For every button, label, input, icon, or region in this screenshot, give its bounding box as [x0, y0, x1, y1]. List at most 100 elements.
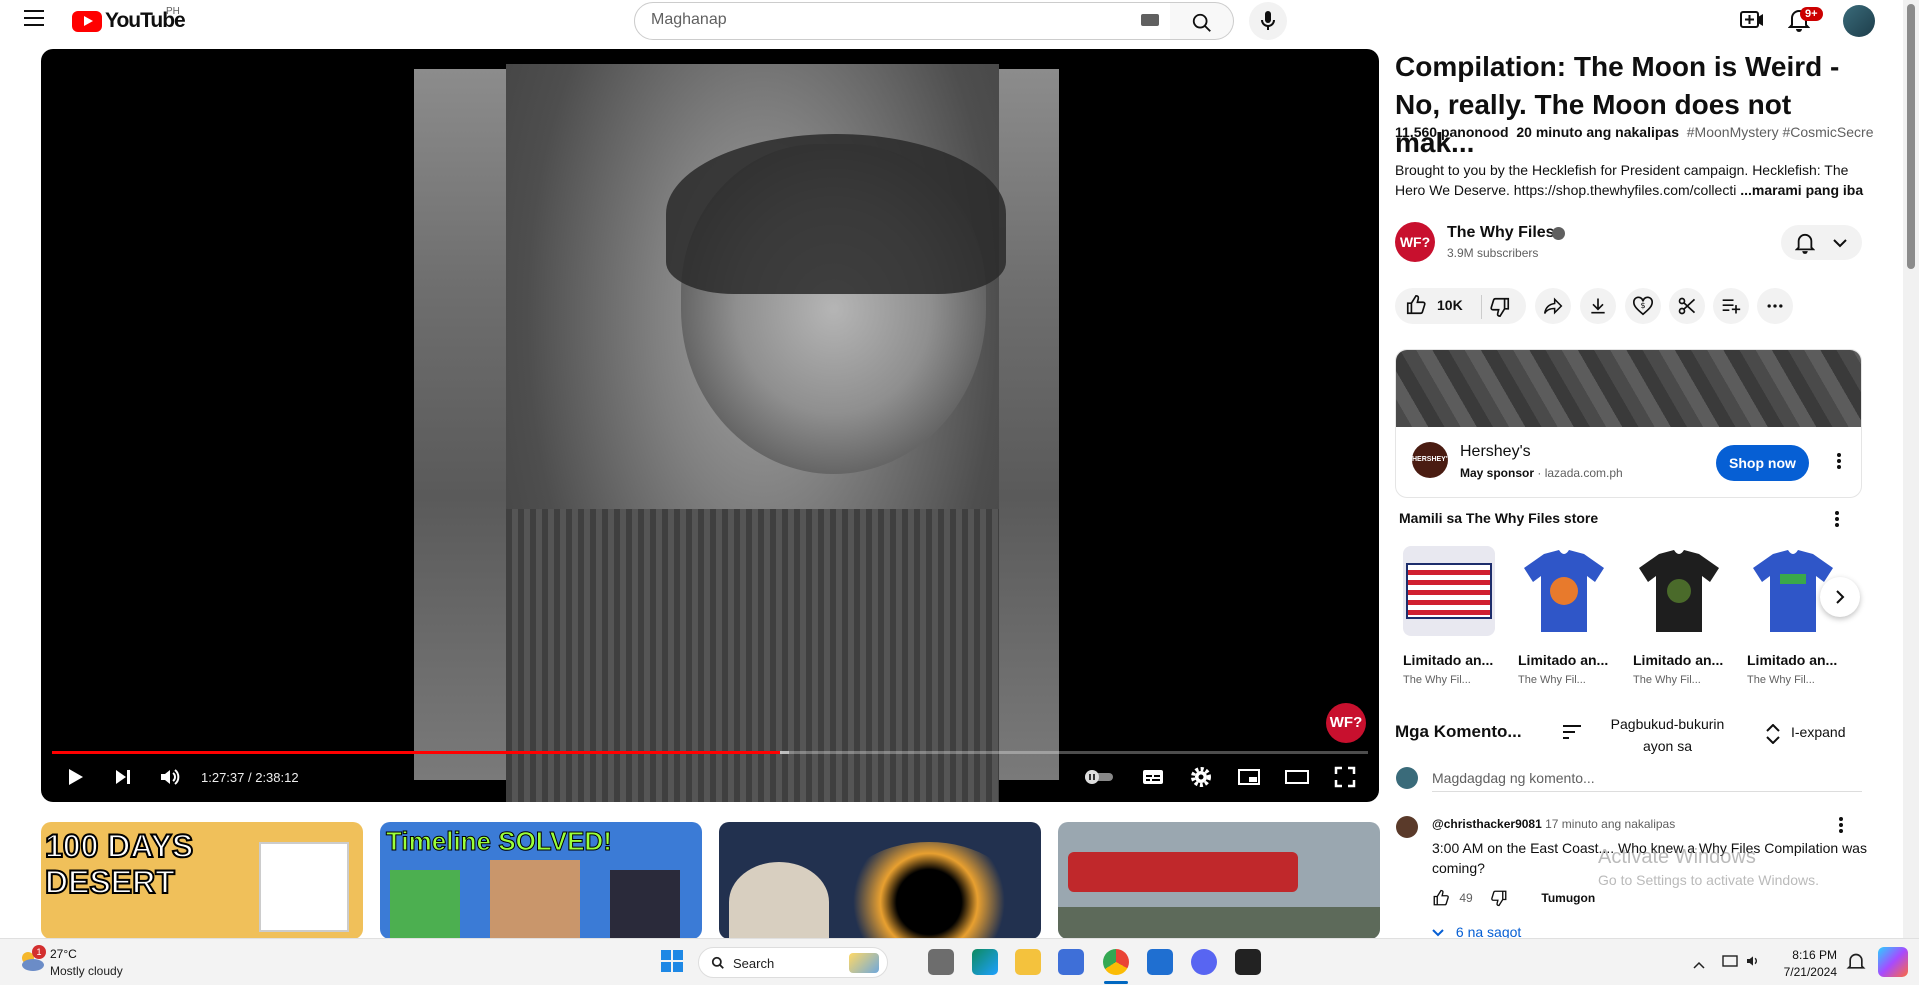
- show-more-link[interactable]: ...marami pang iba: [1740, 182, 1863, 198]
- recommended-video-thumbnail[interactable]: Timeline SOLVED!: [380, 822, 702, 939]
- dislike-button[interactable]: [1489, 296, 1511, 323]
- more-vertical-icon[interactable]: [1838, 816, 1844, 834]
- store-item-seller: The Why Fil...: [1747, 674, 1815, 686]
- store-item[interactable]: Limitado an... The Why Fil...: [1403, 546, 1503, 686]
- recommended-video-thumbnail[interactable]: [1058, 822, 1380, 939]
- store-item[interactable]: Limitado an... The Why Fil...: [1747, 546, 1847, 686]
- show-hidden-icons[interactable]: [1693, 956, 1705, 974]
- edge-browser-icon[interactable]: [972, 949, 998, 975]
- channel-name[interactable]: The Why Files: [1447, 224, 1555, 242]
- commenter-avatar[interactable]: [1396, 816, 1418, 838]
- page-scrollbar[interactable]: [1903, 0, 1919, 938]
- thumbs-down-icon: [1490, 297, 1510, 317]
- miniplayer-icon: [1238, 769, 1260, 785]
- sponsor-label: May sponsor: [1460, 466, 1535, 480]
- autoplay-toggle[interactable]: [1083, 769, 1115, 790]
- store-item-seller: The Why Fil...: [1633, 674, 1701, 686]
- video-description[interactable]: Brought to you by the Hecklefish for Pre…: [1395, 160, 1870, 200]
- mail-icon[interactable]: [1147, 949, 1173, 975]
- microsoft-store-icon[interactable]: [1058, 949, 1084, 975]
- app-icon[interactable]: [1235, 949, 1261, 975]
- share-button[interactable]: [1535, 288, 1571, 324]
- reply-button[interactable]: Tumugon: [1541, 891, 1595, 905]
- progress-bar[interactable]: [52, 751, 1368, 754]
- store-item-image: [1518, 546, 1610, 636]
- add-comment-input[interactable]: Magdagdag ng komento...: [1432, 770, 1595, 786]
- verified-icon: [1552, 227, 1565, 240]
- ad-card[interactable]: HERSHEY'S Hershey's May sponsor · lazada…: [1395, 349, 1862, 498]
- store-item-image: [1403, 546, 1495, 636]
- copilot-icon[interactable]: [1878, 947, 1908, 977]
- comment-header: @christhacker9081 17 minuto ang nakalipa…: [1432, 817, 1675, 831]
- file-explorer-icon[interactable]: [1015, 949, 1041, 975]
- search-button[interactable]: [1170, 2, 1234, 40]
- more-vertical-icon[interactable]: [1836, 452, 1842, 470]
- recommended-video-thumbnail[interactable]: 100 DAYS DESERT: [41, 822, 363, 939]
- subscriber-count: 3.9M subscribers: [1447, 246, 1539, 260]
- account-avatar[interactable]: [1843, 5, 1875, 37]
- clip-button[interactable]: [1669, 288, 1705, 324]
- network-icon[interactable]: [1722, 953, 1738, 974]
- thumbs-down-icon[interactable]: [1490, 889, 1508, 907]
- subtitles-button[interactable]: [1141, 765, 1165, 794]
- search-input[interactable]: [651, 3, 1111, 37]
- settings-button[interactable]: [1189, 765, 1213, 794]
- theater-mode-button[interactable]: [1284, 765, 1310, 794]
- notification-center-icon[interactable]: [1846, 952, 1866, 977]
- taskbar-search[interactable]: Search: [698, 947, 888, 978]
- thanks-button[interactable]: $: [1625, 288, 1661, 324]
- ad-domain: lazada.com.ph: [1544, 466, 1623, 480]
- store-item[interactable]: Limitado an... The Why Fil...: [1518, 546, 1618, 686]
- like-button[interactable]: [1405, 294, 1427, 321]
- store-next-button[interactable]: [1820, 577, 1860, 617]
- more-actions-button[interactable]: [1757, 288, 1793, 324]
- video-title: Compilation: The Moon is Weird - No, rea…: [1395, 51, 1840, 158]
- system-clock[interactable]: 8:16 PM 7/21/2024: [1755, 947, 1837, 981]
- video-meta: 11,560 panonood 20 minuto ang nakalipas …: [1395, 124, 1874, 140]
- expand-icon[interactable]: [1765, 724, 1781, 744]
- ad-banner-image: [1396, 350, 1861, 427]
- search-icon: [1192, 13, 1211, 32]
- chrome-browser-icon[interactable]: [1103, 949, 1129, 975]
- active-app-indicator: [1104, 981, 1128, 984]
- shop-now-button[interactable]: Shop now: [1716, 445, 1809, 481]
- comment-time[interactable]: 17 minuto ang nakalipas: [1545, 817, 1675, 831]
- task-view-icon[interactable]: [928, 949, 954, 975]
- play-button[interactable]: [63, 765, 87, 794]
- weather-temperature[interactable]: 27°C: [50, 947, 77, 961]
- subscription-bell-button[interactable]: [1781, 225, 1862, 260]
- video-player[interactable]: WF? 1:27:37 / 2:38:12: [41, 49, 1379, 802]
- thumbs-up-icon[interactable]: [1432, 889, 1450, 907]
- store-item[interactable]: Limitado an... The Why Fil...: [1633, 546, 1733, 686]
- sort-by-button[interactable]: Pagbukud-bukurin ayon sa: [1600, 713, 1735, 757]
- menu-icon[interactable]: [24, 10, 46, 28]
- recommended-video-thumbnail[interactable]: [719, 822, 1041, 939]
- expand-button[interactable]: I-expand: [1791, 724, 1845, 740]
- save-to-playlist-button[interactable]: [1713, 288, 1749, 324]
- start-button[interactable]: [660, 949, 684, 978]
- video-tags[interactable]: #MoonMystery #CosmicSecre: [1687, 124, 1874, 140]
- sort-icon[interactable]: [1562, 724, 1582, 740]
- subtitles-icon: [1143, 770, 1163, 784]
- store-item-label: Limitado an...: [1403, 652, 1494, 668]
- channel-watermark[interactable]: WF?: [1326, 703, 1366, 743]
- more-vertical-icon[interactable]: [1834, 510, 1840, 528]
- like-divider: [1481, 295, 1482, 319]
- volume-button[interactable]: [158, 765, 182, 794]
- scrollbar-thumb[interactable]: [1907, 4, 1915, 269]
- weather-description[interactable]: Mostly cloudy: [50, 964, 123, 978]
- download-button[interactable]: [1580, 288, 1616, 324]
- channel-avatar[interactable]: WF?: [1395, 222, 1435, 262]
- fullscreen-button[interactable]: [1333, 765, 1357, 794]
- voice-search-button[interactable]: [1249, 2, 1287, 40]
- keyboard-icon[interactable]: [1141, 14, 1159, 26]
- discord-icon[interactable]: [1191, 949, 1217, 975]
- next-button[interactable]: [111, 765, 135, 794]
- comment-author[interactable]: @christhacker9081: [1432, 817, 1542, 831]
- miniplayer-button[interactable]: [1237, 765, 1261, 794]
- store-item-label: Limitado an...: [1518, 652, 1609, 668]
- store-item-label: Limitado an...: [1747, 652, 1838, 668]
- clock-time: 8:16 PM: [1792, 948, 1837, 962]
- comments-title: Mga Komento...: [1395, 722, 1522, 741]
- create-button[interactable]: [1740, 9, 1764, 36]
